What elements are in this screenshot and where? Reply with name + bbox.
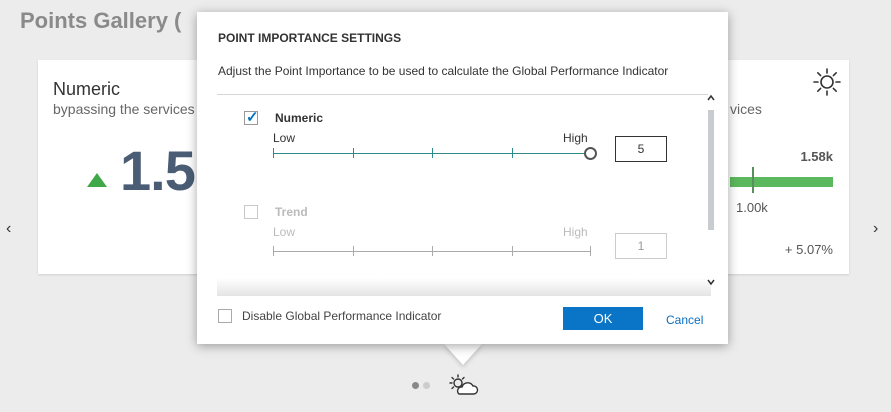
slider-handle[interactable] bbox=[584, 147, 597, 160]
settings-scroll-area[interactable]: ✓ Numeric Low High 5 Trend Low High 1 bbox=[217, 95, 711, 295]
max-value-label: 1.58k bbox=[800, 149, 833, 164]
trend-up-icon bbox=[87, 173, 107, 187]
disable-gpi-label: Disable Global Performance Indicator bbox=[242, 309, 442, 323]
high-label: High bbox=[563, 131, 588, 145]
importance-value-input[interactable]: 1 bbox=[615, 233, 667, 259]
numeric-checkbox[interactable]: ✓ bbox=[244, 109, 259, 126]
point-importance-dialog: POINT IMPORTANCE SETTINGS Adjust the Poi… bbox=[197, 12, 728, 344]
importance-slider-trend[interactable] bbox=[273, 246, 591, 256]
chevron-left-icon[interactable]: ‹ bbox=[6, 221, 11, 237]
item-label: Numeric bbox=[275, 111, 324, 125]
chevron-up-icon[interactable] bbox=[705, 94, 717, 105]
slider-tick bbox=[432, 246, 433, 256]
slider-tick bbox=[590, 246, 591, 256]
card-title: Numeric bbox=[53, 79, 121, 99]
slider-tick bbox=[353, 148, 354, 158]
card-subtitle: bypassing the services bbox=[53, 101, 195, 117]
target-value-label: 1.00k bbox=[736, 200, 768, 215]
dialog-description: Adjust the Point Importance to be used t… bbox=[218, 64, 669, 78]
pager-dots bbox=[412, 382, 430, 389]
card-subtitle: vices bbox=[730, 101, 762, 117]
sun-icon[interactable] bbox=[813, 68, 841, 96]
importance-slider-numeric[interactable] bbox=[273, 148, 591, 158]
pager-dot-active[interactable] bbox=[412, 382, 419, 389]
page-title: Points Gallery ( bbox=[20, 8, 182, 33]
scroll-thumb[interactable] bbox=[708, 110, 714, 230]
cancel-link[interactable]: Cancel bbox=[666, 313, 703, 327]
low-label: Low bbox=[273, 131, 296, 145]
dialog-title: POINT IMPORTANCE SETTINGS bbox=[218, 31, 402, 45]
importance-value-input[interactable]: 5 bbox=[615, 136, 667, 162]
scroll-fade bbox=[217, 278, 711, 296]
slider-tick bbox=[512, 148, 513, 158]
slider-tick bbox=[512, 246, 513, 256]
item-label: Trend bbox=[275, 205, 308, 219]
scrollbar[interactable] bbox=[705, 94, 717, 292]
target-marker bbox=[752, 167, 754, 193]
pager-dot[interactable] bbox=[423, 382, 430, 389]
chevron-down-icon[interactable] bbox=[705, 278, 717, 289]
slider-tick bbox=[273, 148, 274, 158]
weather-cloud-sun-icon[interactable] bbox=[447, 374, 479, 396]
change-label: + 5.07% bbox=[784, 242, 833, 257]
slider-tick bbox=[273, 246, 274, 256]
low-label: Low bbox=[273, 225, 296, 239]
disable-gpi-checkbox[interactable] bbox=[218, 309, 232, 323]
bullet-bar bbox=[730, 177, 833, 187]
high-label: High bbox=[563, 225, 588, 239]
checkmark-icon: ✓ bbox=[246, 109, 259, 126]
dialog-pointer bbox=[444, 344, 482, 365]
ok-button[interactable]: OK bbox=[563, 307, 643, 330]
importance-item-numeric: ✓ Numeric Low High 5 bbox=[217, 109, 687, 201]
slider-tick bbox=[353, 246, 354, 256]
card-value: 1.5 bbox=[120, 139, 196, 202]
chevron-right-icon[interactable]: › bbox=[873, 221, 878, 237]
trend-checkbox[interactable] bbox=[244, 205, 258, 219]
slider-tick bbox=[432, 148, 433, 158]
